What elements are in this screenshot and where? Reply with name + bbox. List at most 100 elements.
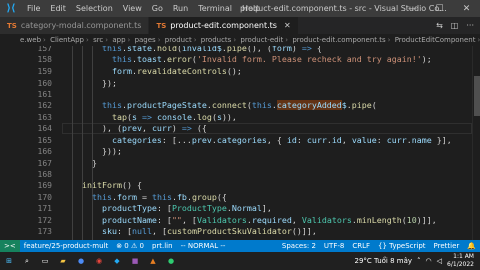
editor-actions: ⇆ ◫ ··· <box>436 17 480 34</box>
system-tray: 29°C Tuổi 8 mây ˄ ◠ ◁ 1:1 AM 6/1/2022 <box>354 253 480 269</box>
tab-label: category-modal.component.ts <box>20 21 142 30</box>
code-line: initForm() { <box>82 180 142 190</box>
code-line: form.revalidateControls(); <box>111 66 242 76</box>
wifi-icon[interactable]: ◠ <box>426 257 432 265</box>
status-right: Spaces: 2 UTF-8 CRLF {} TypeScript Prett… <box>278 242 480 250</box>
close-tab-icon[interactable]: ✕ <box>284 21 291 30</box>
search-icon[interactable]: ⌕ <box>18 252 36 270</box>
code-editor[interactable]: 157 158 159 160 161 162 163 164 165 166 … <box>0 46 480 240</box>
split-editor-icon[interactable]: ◫ <box>451 21 459 30</box>
file-explorer-icon[interactable]: ▰ <box>54 252 72 270</box>
code-line: this.toast.error('Invalid form. Please r… <box>111 54 432 64</box>
code-line: sku: [null, [customProductSkuValidator()… <box>101 226 317 236</box>
compare-icon[interactable]: ⇆ <box>436 21 443 30</box>
language-mode[interactable]: {} TypeScript <box>374 242 430 250</box>
line-number: 160 <box>37 79 52 88</box>
line-number: 164 <box>37 124 52 133</box>
vscode-logo-icon: ⟩⟨ <box>6 3 16 14</box>
chevron-right-icon: › <box>285 36 289 44</box>
line-ending[interactable]: CRLF <box>348 242 374 250</box>
status-bar: >< feature/25-product-mult ⊗ 0 ⚠ 0 prt.l… <box>0 240 480 252</box>
vertical-scrollbar[interactable] <box>472 46 480 240</box>
maximize-icon[interactable]: ☐ <box>426 0 453 17</box>
more-actions-icon[interactable]: ··· <box>466 21 474 30</box>
vim-mode: -- NORMAL -- <box>180 242 226 250</box>
code-line: tap(s => console.log(s)), <box>111 112 237 122</box>
line-number: 159 <box>37 67 52 76</box>
menu-bar: File Edit Selection View Go Run Terminal… <box>22 0 265 17</box>
breadcrumb-item[interactable]: ClientApp <box>50 36 84 44</box>
breadcrumb-item[interactable]: e.web <box>20 36 41 44</box>
menu-view[interactable]: View <box>118 0 147 17</box>
close-icon[interactable]: ✕ <box>453 0 480 17</box>
breadcrumb-item[interactable]: product <box>165 36 192 44</box>
line-number-gutter: 157 158 159 160 161 162 163 164 165 166 … <box>0 46 60 240</box>
menu-edit[interactable]: Edit <box>45 0 71 17</box>
minimize-icon[interactable]: — <box>399 0 426 17</box>
breadcrumb-item[interactable]: src <box>93 36 103 44</box>
breadcrumb-item[interactable]: pages <box>135 36 156 44</box>
clock-time: 1:1 AM <box>453 253 474 260</box>
line-number: 157 <box>37 46 52 53</box>
line-number: 171 <box>37 204 52 213</box>
window-controls: — ☐ ✕ <box>399 0 480 17</box>
app-icon[interactable]: ▲ <box>144 252 162 270</box>
line-number: 163 <box>37 113 52 122</box>
code-line: productType: [ProductType.Normal], <box>101 203 272 213</box>
chevron-right-icon: › <box>86 36 89 44</box>
code-line: this.form = this.fb.group({ <box>91 192 227 202</box>
status-item[interactable]: prt.lin <box>148 242 177 250</box>
app-icon[interactable]: ● <box>162 252 180 270</box>
chevron-up-icon[interactable]: ˄ <box>417 257 421 265</box>
line-number: 173 <box>37 227 52 236</box>
scrollbar-thumb[interactable] <box>474 76 480 116</box>
chevron-right-icon: › <box>233 36 237 44</box>
menu-run[interactable]: Run <box>168 0 193 17</box>
title-bar: ⟩⟨ File Edit Selection View Go Run Termi… <box>0 0 480 17</box>
code-line: categories: [...prev.categories, { id: c… <box>111 135 452 145</box>
task-view-icon[interactable]: ▭ <box>36 252 54 270</box>
problems-count[interactable]: ⊗ 0 ⚠ 0 <box>112 242 148 250</box>
breadcrumb: e.web › ClientApp › src › app › pages › produ… <box>0 34 480 46</box>
breadcrumb-item[interactable]: product-edit <box>240 36 283 44</box>
breadcrumb-item[interactable]: products <box>201 36 232 44</box>
breadcrumb-item[interactable]: ProductEditComponent <box>395 36 476 44</box>
indentation[interactable]: Spaces: 2 <box>278 242 320 250</box>
chevron-right-icon: › <box>127 36 131 44</box>
code-line: this.productPageState.connect(this.categ… <box>101 100 377 110</box>
chevron-right-icon: › <box>105 36 109 44</box>
code-line: }); <box>72 78 117 88</box>
clock[interactable]: 1:1 AM 6/1/2022 <box>447 253 474 269</box>
chrome-icon[interactable]: ◉ <box>90 252 108 270</box>
tab-product-edit[interactable]: TS product-edit.component.ts ✕ <box>149 17 299 34</box>
remote-indicator[interactable]: >< <box>0 240 20 252</box>
volume-icon[interactable]: ◁ <box>437 257 442 265</box>
typescript-file-icon: TS <box>156 21 167 30</box>
tab-category-modal[interactable]: TS category-modal.component.ts <box>0 17 150 34</box>
menu-selection[interactable]: Selection <box>71 0 118 17</box>
line-number: 162 <box>37 101 52 110</box>
breadcrumb-item[interactable]: product-edit.component.ts <box>292 36 385 44</box>
vscode-taskbar-icon[interactable]: ◆ <box>108 252 126 270</box>
windows-start-icon[interactable]: ⊞ <box>0 252 18 270</box>
line-number: 158 <box>37 55 52 64</box>
breadcrumb-item[interactable]: app <box>112 36 125 44</box>
code-line: })); <box>72 146 122 156</box>
menu-file[interactable]: File <box>22 0 45 17</box>
prettier-status[interactable]: Prettier <box>430 242 464 250</box>
line-number: 167 <box>37 159 52 168</box>
bell-icon[interactable]: 🔔 <box>463 242 480 250</box>
windows-taskbar: ⊞ ⌕ ▭ ▰ ● ◉ ◆ ■ ▲ ● 29°C Tuổi 8 mây ˄ ◠ … <box>0 252 480 270</box>
git-branch[interactable]: feature/25-product-mult <box>20 242 112 250</box>
code-line: ), (prev, curr) => ({ <box>72 123 207 133</box>
line-number: 165 <box>37 136 52 145</box>
line-number: 166 <box>37 147 52 156</box>
menu-go[interactable]: Go <box>147 0 168 17</box>
app-icon[interactable]: ■ <box>126 252 144 270</box>
menu-terminal[interactable]: Terminal <box>193 0 237 17</box>
encoding[interactable]: UTF-8 <box>320 242 348 250</box>
browser-icon[interactable]: ● <box>72 252 90 270</box>
chevron-right-icon: › <box>193 36 197 44</box>
weather-widget[interactable]: 29°C Tuổi 8 mây <box>354 257 412 265</box>
chevron-right-icon: › <box>387 36 391 44</box>
